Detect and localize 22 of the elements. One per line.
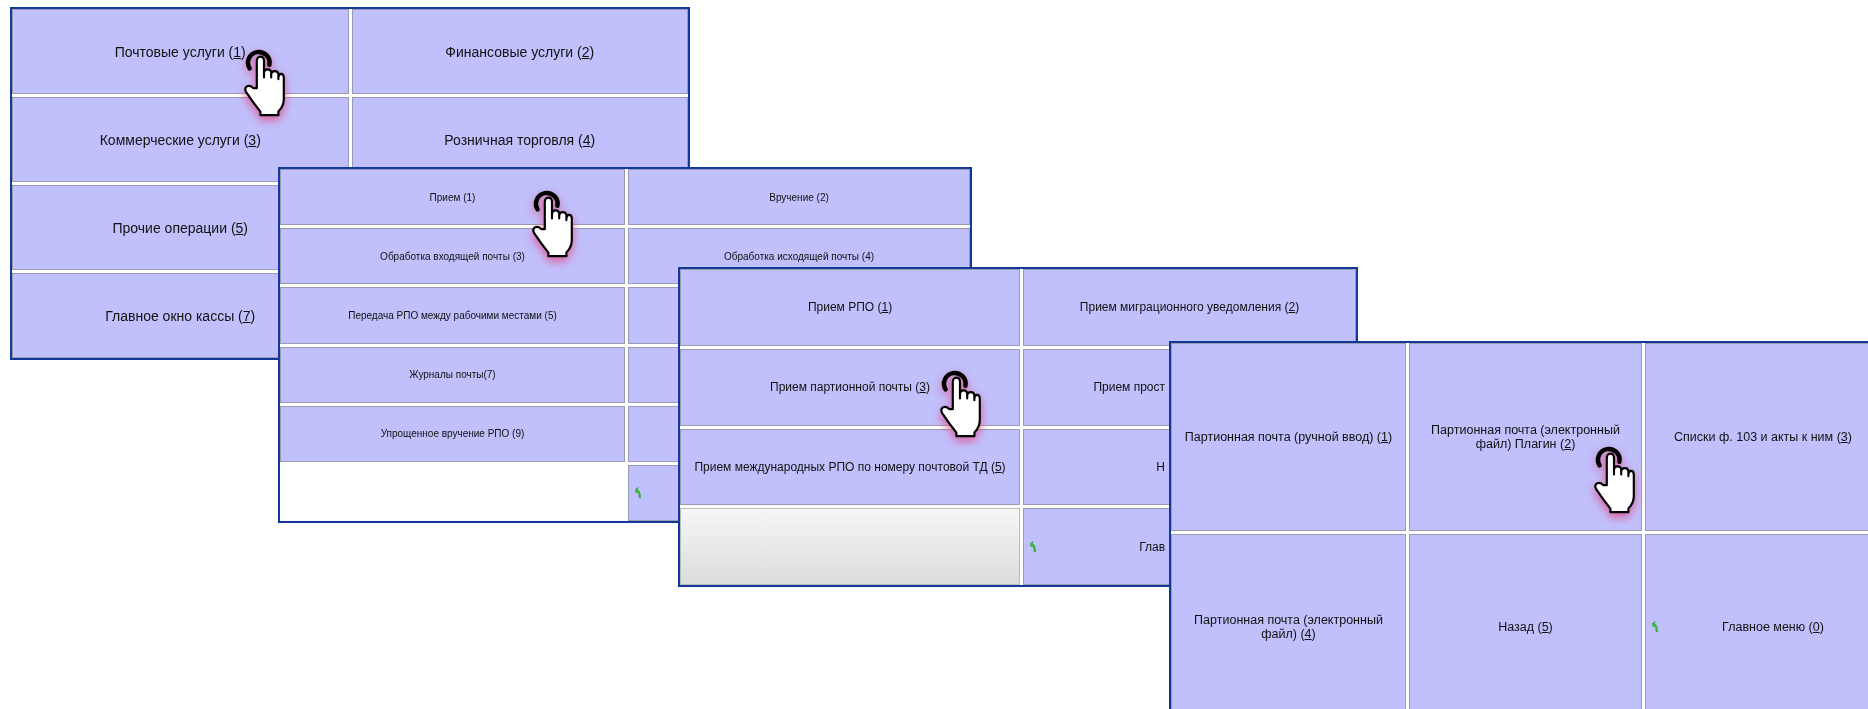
menu-button[interactable]: Партионная почта (ручной ввод) (1) <box>1171 343 1406 531</box>
menu-button[interactable]: Передача РПО между рабочими местами (5) <box>280 287 625 344</box>
menu-button[interactable]: Вручение (2) <box>628 169 970 226</box>
main-menu-button[interactable]: Главное меню (0) <box>1645 533 1868 709</box>
menu-button[interactable]: Партионная почта (электронный файл) Плагин (2) <box>1409 343 1642 531</box>
menu-button[interactable]: Обработка входящей почты (3) <box>280 228 625 285</box>
menu-button[interactable]: Прием партионной почты (3) <box>680 348 1020 426</box>
menu-button[interactable]: Упрощенное вручение РПО (9) <box>280 405 625 462</box>
menu-button[interactable]: Прием миграционного уведомления (2) <box>1023 269 1356 346</box>
menu-button[interactable]: Списки ф. 103 и акты к ним (3) <box>1645 343 1868 531</box>
menu-button[interactable]: Прием международных РПО по номеру почтовой ТД (5) <box>680 428 1020 506</box>
menu-button[interactable]: Журналы почты(7) <box>280 346 625 403</box>
arrow-icon <box>1030 540 1038 553</box>
arrow-icon <box>1652 621 1660 634</box>
arrow-icon <box>635 486 643 499</box>
menu-button[interactable]: Назад (5) <box>1409 533 1642 709</box>
menu-button[interactable]: Партионная почта (электронный файл) (4) <box>1171 533 1406 709</box>
menu-button[interactable]: Прием (1) <box>280 169 625 226</box>
menu-button[interactable]: Прием РПО (1) <box>680 269 1020 346</box>
menu-button[interactable]: Финансовые услуги (2) <box>351 9 688 94</box>
menu-button[interactable]: Почтовые услуги (1) <box>12 9 349 94</box>
menu-button[interactable]: Коммерческие услуги (3) <box>12 97 349 182</box>
